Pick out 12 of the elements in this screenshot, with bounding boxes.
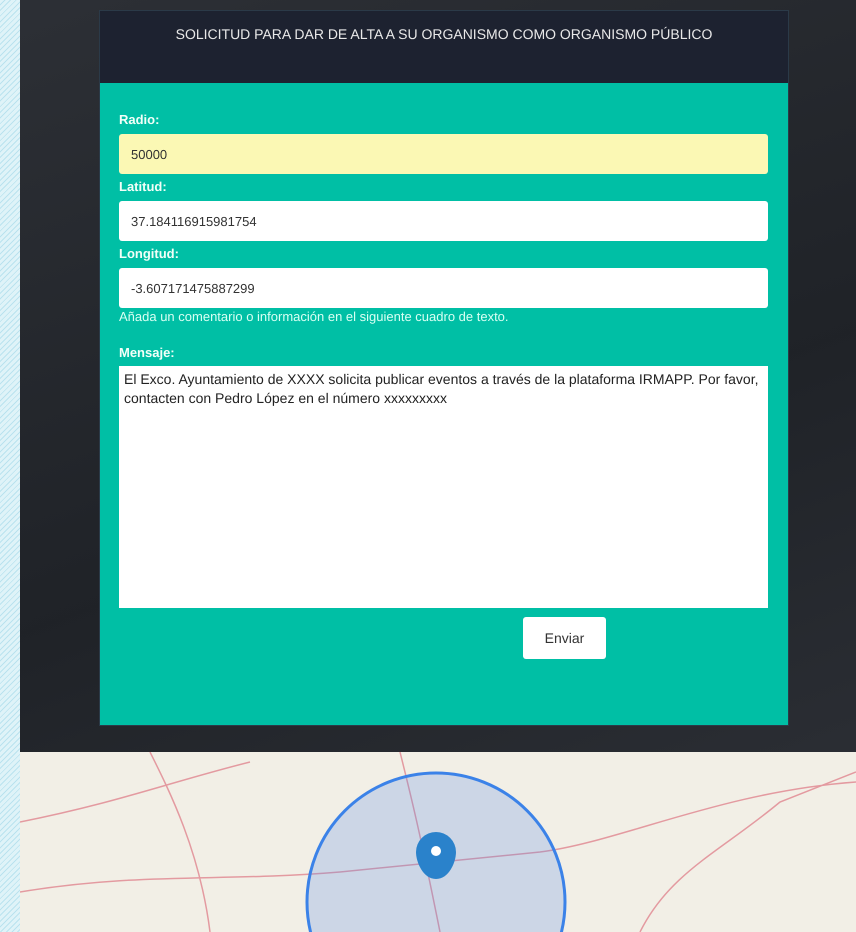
message-field[interactable]: El Exco. Ayuntamiento de XXXX solicita publicar eventos a través de la plataforma IRMAPP. Por favor, contacten con Pedro López en el número xxxxxxxxx <box>119 366 768 608</box>
submit-button[interactable]: Enviar <box>523 617 606 659</box>
field-label: Longitud: <box>119 245 180 263</box>
form-title: SOLICITUD PARA DAR DE ALTA A SU ORGANISMO COMO ORGANISMO PÚBLICO <box>100 11 788 83</box>
hint-text: Añada un comentario o información en el siguiente cuadro de texto. <box>119 308 510 326</box>
input-field[interactable]: 37.184116915981754 <box>119 201 768 241</box>
input-field[interactable]: 50000 <box>119 134 768 174</box>
input-field[interactable]: -3.607171475887299 <box>119 268 768 308</box>
field-label: Radio: <box>119 111 160 129</box>
map-pin-icon[interactable] <box>416 832 456 879</box>
field-label: Latitud: <box>119 178 168 196</box>
field-label: Mensaje: <box>119 344 176 362</box>
